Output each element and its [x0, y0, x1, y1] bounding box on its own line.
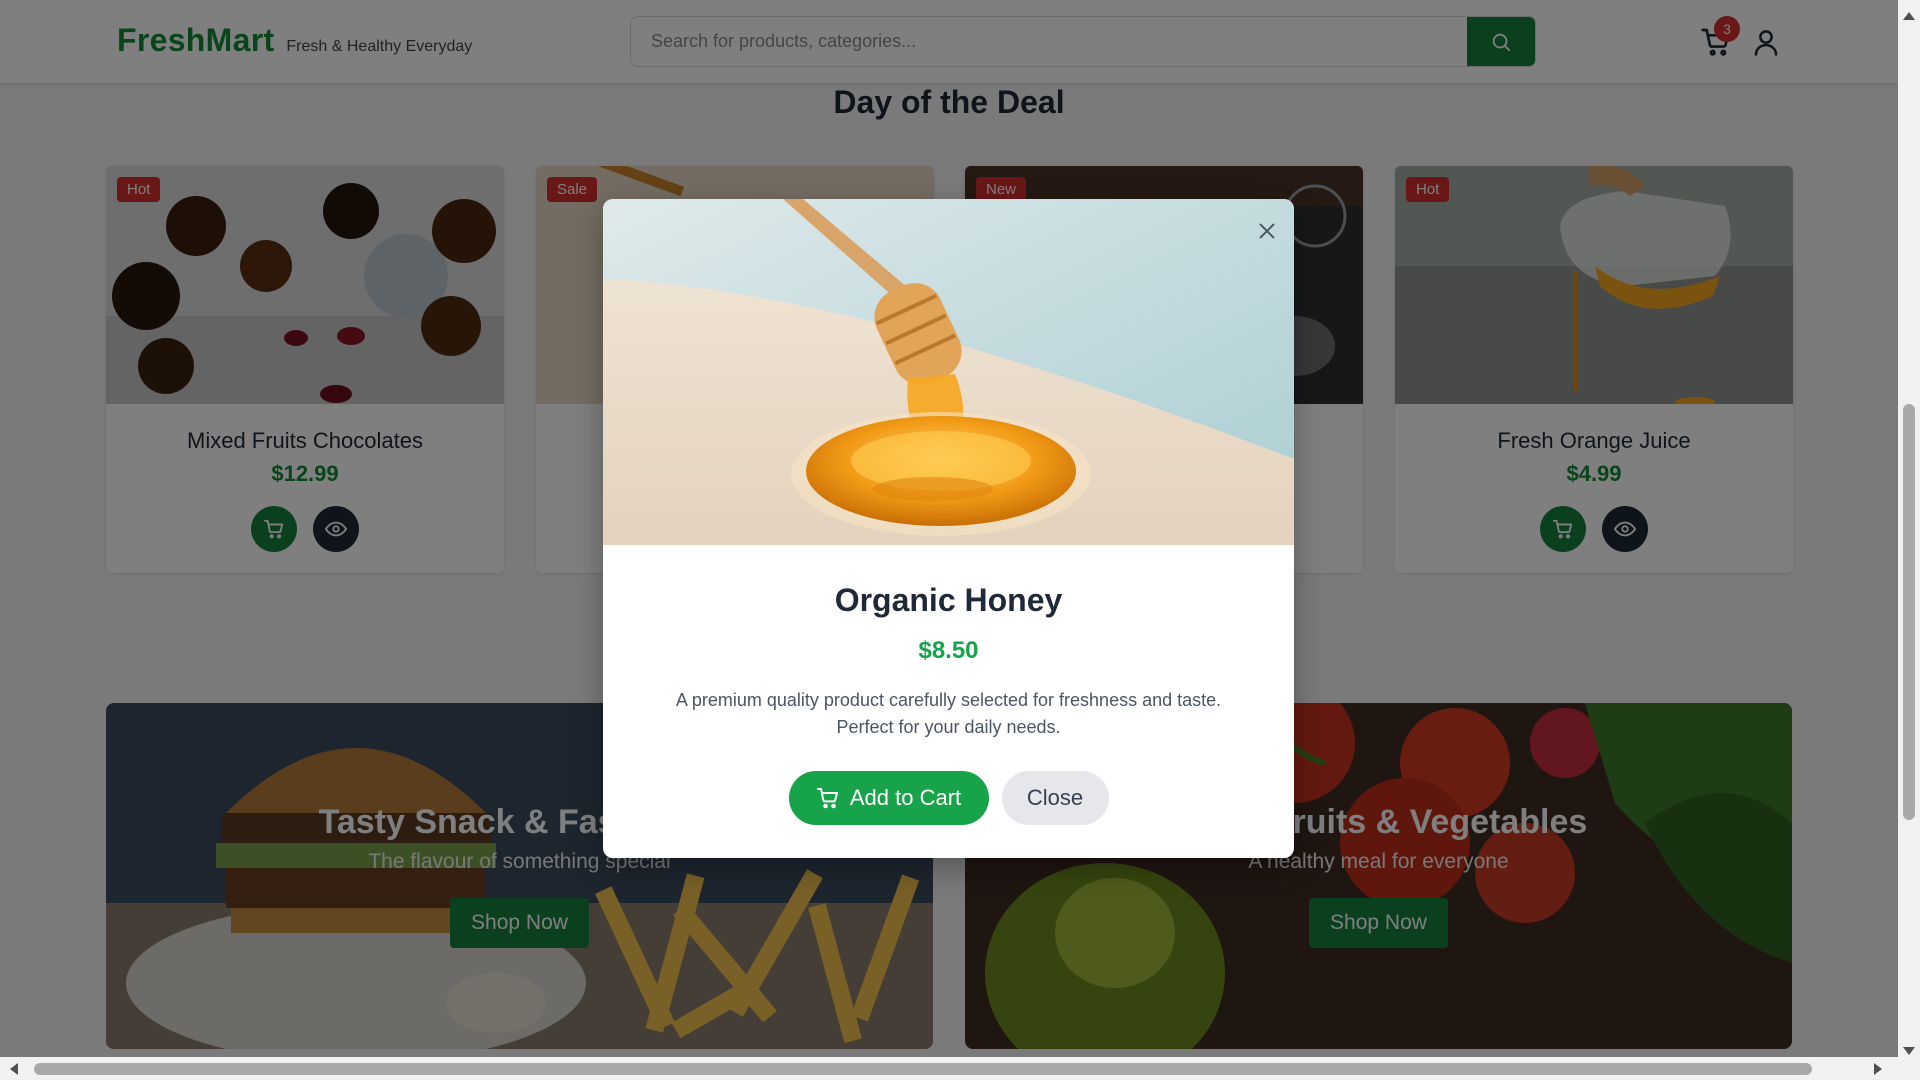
horizontal-scroll-thumb[interactable] — [34, 1063, 1812, 1075]
modal-close-text-button[interactable]: Close — [1001, 771, 1109, 825]
add-to-cart-label: Add to Cart — [849, 785, 962, 810]
vertical-scrollbar[interactable] — [1898, 0, 1920, 1057]
horizontal-scrollbar[interactable] — [0, 1057, 1920, 1080]
modal-add-to-cart-button[interactable]: Add to Cart — [788, 771, 989, 825]
cart-icon — [816, 788, 838, 809]
honey-dipper-image — [603, 199, 1294, 545]
scroll-up-arrow-icon[interactable] — [1903, 12, 1915, 20]
modal-product-title: Organic Honey — [834, 582, 1063, 618]
close-icon — [1259, 223, 1275, 239]
scroll-right-arrow-icon[interactable] — [1874, 1063, 1882, 1075]
scroll-left-arrow-icon[interactable] — [10, 1063, 18, 1075]
modal-product-description: A premium quality product carefully sele… — [675, 690, 1222, 737]
modal-close-button[interactable] — [1249, 213, 1285, 249]
modal-product-price: $8.50 — [918, 637, 979, 664]
vertical-scroll-thumb[interactable] — [1903, 404, 1915, 820]
scroll-down-arrow-icon[interactable] — [1903, 1047, 1915, 1055]
product-quick-view-modal: Organic Honey $8.50 A premium quality pr… — [603, 199, 1294, 858]
